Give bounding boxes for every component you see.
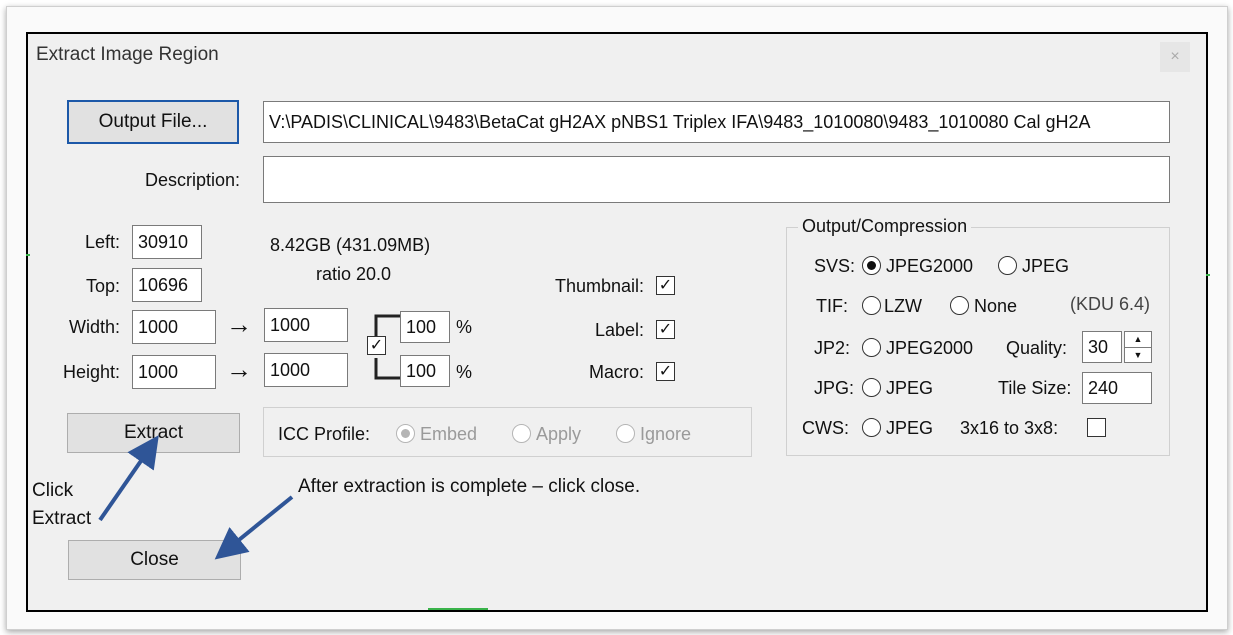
annotation-arrows xyxy=(98,435,294,560)
arrow-to-close-icon xyxy=(214,495,294,560)
arrow-to-extract-icon xyxy=(98,435,159,522)
